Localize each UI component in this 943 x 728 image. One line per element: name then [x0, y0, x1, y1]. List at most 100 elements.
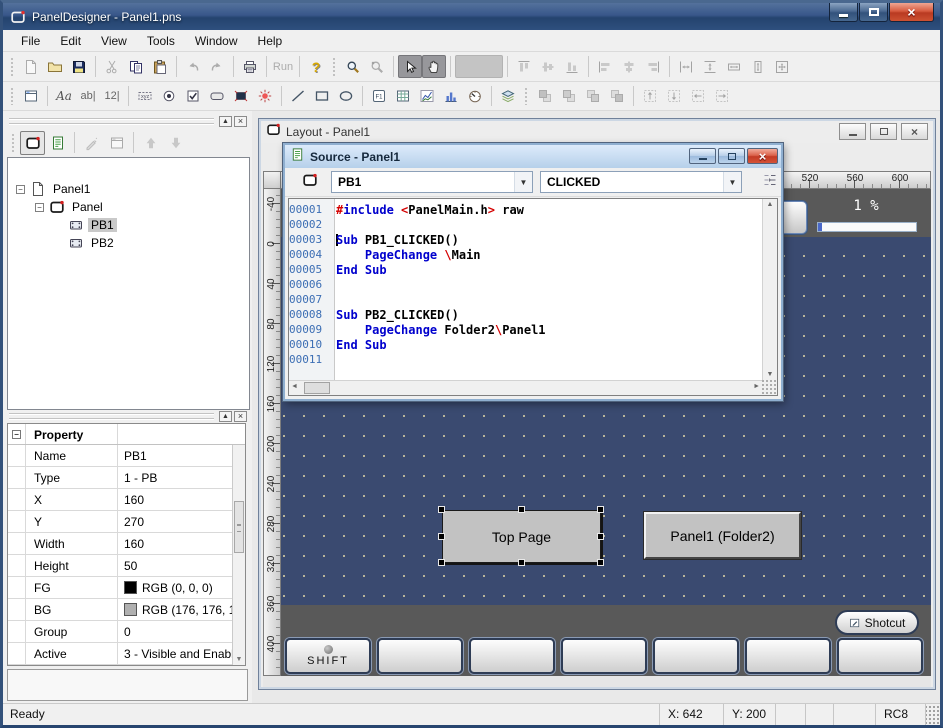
line-button[interactable] [286, 85, 310, 108]
property-value[interactable]: RGB (176, 176, 1 [118, 599, 245, 620]
edit-object-button[interactable] [79, 131, 104, 155]
indent-button[interactable] [757, 171, 781, 194]
selection-handle[interactable] [597, 506, 604, 513]
selection-handle[interactable] [438, 559, 445, 566]
nudge-right-button[interactable] [710, 85, 734, 108]
property-value[interactable]: 50 [118, 555, 245, 576]
code-line[interactable]: 00009 PageChange Folder2\Panel1 [289, 322, 762, 337]
save-button[interactable] [67, 55, 91, 78]
meter-button[interactable] [463, 85, 487, 108]
function-key-1[interactable]: SHIFT [285, 638, 371, 674]
undo-button[interactable] [181, 55, 205, 78]
maximize-button[interactable] [859, 3, 888, 22]
function-key-7[interactable] [837, 638, 923, 674]
property-value[interactable]: 0 [118, 621, 245, 642]
text-label-button[interactable]: Aa [52, 85, 76, 108]
scrollbar-thumb[interactable] [304, 382, 330, 394]
mode-blank-button[interactable] [455, 55, 503, 78]
selection-handle[interactable] [597, 533, 604, 540]
move-up-button[interactable] [138, 131, 163, 155]
bring-forward-button[interactable] [557, 85, 581, 108]
panel-grip[interactable] [9, 118, 214, 124]
check-box-button[interactable] [181, 85, 205, 108]
tree-item-pb1[interactable]: PB1 [8, 216, 249, 234]
resize-grip[interactable] [762, 380, 777, 395]
minimize-button[interactable] [829, 3, 858, 22]
pan-tool-button[interactable] [422, 55, 446, 78]
same-height-button[interactable] [746, 55, 770, 78]
property-row-bg[interactable]: BGRGB (176, 176, 1 [8, 599, 245, 621]
chevron-down-icon[interactable]: ▼ [514, 172, 532, 192]
source-view-button[interactable] [45, 131, 70, 155]
zoom-in-button[interactable] [341, 55, 365, 78]
property-row-height[interactable]: Height50 [8, 555, 245, 577]
property-row-width[interactable]: Width160 [8, 533, 245, 555]
property-row-fg[interactable]: FGRGB (0, 0, 0) [8, 577, 245, 599]
space-horizontal-button[interactable] [674, 55, 698, 78]
expand-toggle[interactable]: − [16, 185, 25, 194]
lamp-button[interactable] [253, 85, 277, 108]
collapse-panel-button[interactable]: ▲ [219, 116, 232, 127]
redo-button[interactable] [205, 55, 229, 78]
nudge-up-button[interactable] [638, 85, 662, 108]
close-panel-button[interactable]: × [234, 116, 247, 127]
tree-item-panel[interactable]: −Panel [8, 198, 249, 216]
code-line[interactable]: 00004 PageChange \Main [289, 247, 762, 262]
menu-window[interactable]: Window [185, 31, 248, 51]
radio-button-button[interactable] [157, 85, 181, 108]
run-button[interactable]: Run [271, 55, 295, 78]
text-box-button[interactable]: ab| [76, 85, 100, 108]
window-resize-grip[interactable] [925, 704, 940, 725]
tree-item-pb2[interactable]: PB2 [8, 234, 249, 252]
code-line[interactable]: 00011 [289, 352, 762, 367]
nudge-left-button[interactable] [686, 85, 710, 108]
align-left-button[interactable] [593, 55, 617, 78]
select-tool-button[interactable] [398, 55, 422, 78]
panel-select-button[interactable] [297, 171, 323, 194]
string-box-button[interactable]: xyz [133, 85, 157, 108]
scroll-down-icon[interactable]: ▼ [763, 371, 777, 378]
close-panel-button[interactable]: × [234, 411, 247, 422]
collapse-panel-button[interactable]: ▲ [219, 411, 232, 422]
print-button[interactable] [238, 55, 262, 78]
scroll-left-icon[interactable]: ◄ [291, 383, 298, 390]
menu-edit[interactable]: Edit [50, 31, 91, 51]
function-key-4[interactable] [561, 638, 647, 674]
scroll-up-icon[interactable]: ▲ [763, 201, 777, 208]
tree-item-panel1[interactable]: −Panel1 [8, 180, 249, 198]
code-line[interactable]: 00007 [289, 292, 762, 307]
menu-view[interactable]: View [91, 31, 137, 51]
menu-tools[interactable]: Tools [137, 31, 185, 51]
panel-view-button[interactable] [20, 131, 45, 155]
layout-maximize-button[interactable] [870, 123, 897, 140]
source-window-titlebar[interactable]: Source - Panel1 × [285, 145, 781, 168]
property-value[interactable]: PB1 [118, 445, 245, 466]
object-combobox[interactable]: PB1 ▼ [331, 171, 533, 193]
space-vertical-button[interactable] [698, 55, 722, 78]
same-size-button[interactable] [770, 55, 794, 78]
code-line[interactable]: 00002 [289, 217, 762, 232]
new-button[interactable] [19, 55, 43, 78]
panel-grip[interactable] [9, 413, 214, 419]
source-close-button[interactable]: × [747, 148, 778, 164]
menu-file[interactable]: File [11, 31, 50, 51]
close-button[interactable]: × [889, 3, 934, 22]
send-backward-button[interactable] [581, 85, 605, 108]
open-button[interactable] [43, 55, 67, 78]
paste-button[interactable] [148, 55, 172, 78]
screen-button[interactable] [229, 85, 253, 108]
layout-close-button[interactable]: × [901, 123, 928, 140]
send-to-back-button[interactable] [605, 85, 629, 108]
property-value[interactable]: 160 [118, 533, 245, 554]
property-scrollbar[interactable]: ▼ [232, 445, 245, 665]
code-line[interactable]: 00001#include <PanelMain.h> raw [289, 202, 762, 217]
new-panel-button[interactable] [104, 131, 129, 155]
layout-minimize-button[interactable] [839, 123, 866, 140]
scroll-down-icon[interactable]: ▼ [233, 656, 245, 663]
vertical-scrollbar[interactable]: ▲ ▼ [762, 199, 777, 380]
chevron-down-icon[interactable]: ▼ [723, 172, 741, 192]
selection-handle[interactable] [438, 506, 445, 513]
selection-handle[interactable] [438, 533, 445, 540]
align-bottom-button[interactable] [560, 55, 584, 78]
titlebar[interactable]: PanelDesigner - Panel1.pns × [3, 3, 940, 30]
